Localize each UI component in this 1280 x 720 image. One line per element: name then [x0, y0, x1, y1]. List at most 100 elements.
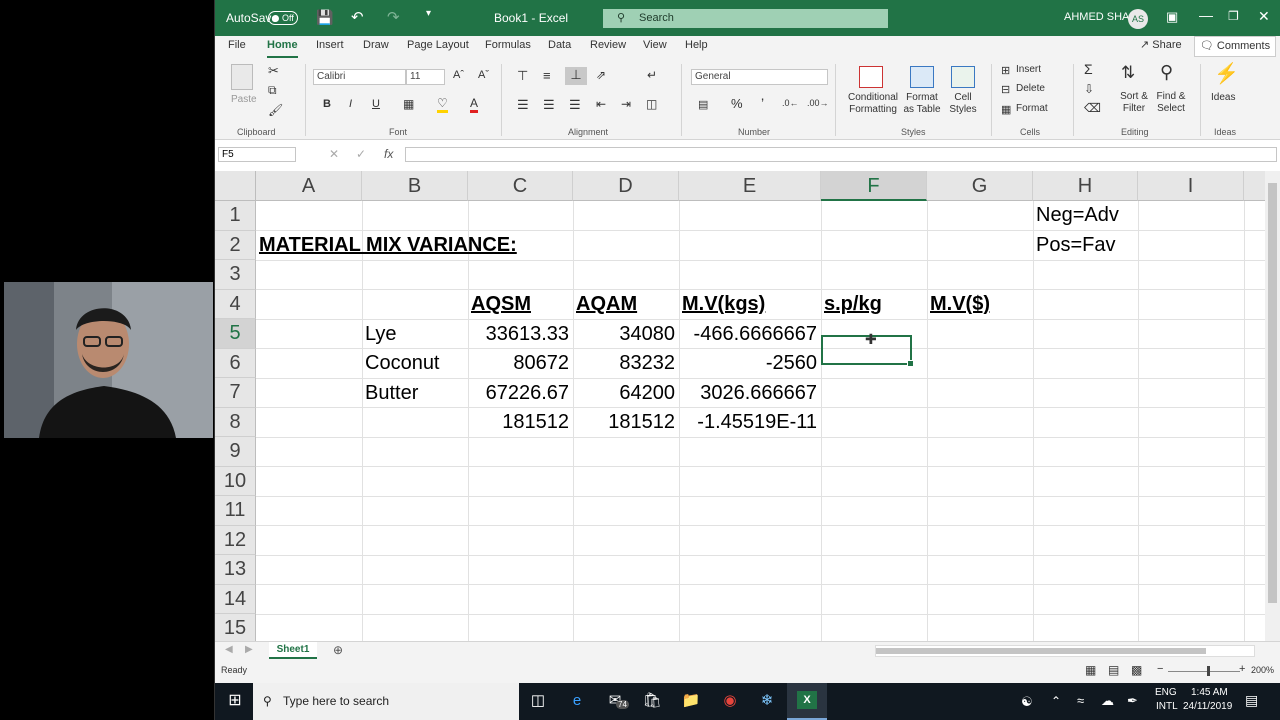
scrollbar-thumb[interactable]: [1268, 183, 1277, 603]
tab-draw[interactable]: Draw: [363, 39, 389, 51]
windows-start-icon[interactable]: ⊞: [224, 690, 246, 712]
search-input[interactable]: ⚲ Search: [603, 9, 888, 28]
row-header-14[interactable]: 14: [215, 584, 256, 614]
snipping-app-icon[interactable]: ❄: [756, 690, 778, 712]
row-header-13[interactable]: 13: [215, 555, 256, 585]
confirm-entry-icon[interactable]: ✓: [356, 147, 366, 161]
cell-c4[interactable]: AQSM: [471, 293, 531, 316]
borders-icon[interactable]: ▦: [403, 97, 414, 111]
column-header-i[interactable]: I: [1138, 171, 1244, 201]
sort-filter-button[interactable]: Sort & Filter: [1116, 91, 1152, 115]
avatar[interactable]: AS: [1128, 9, 1148, 29]
cell-f4[interactable]: s.p/kg: [824, 293, 882, 316]
cell-c6[interactable]: 80672: [468, 352, 569, 375]
copy-icon[interactable]: ⧉: [268, 83, 277, 98]
vertical-scrollbar[interactable]: [1265, 171, 1280, 641]
cell-b6[interactable]: Coconut: [365, 352, 440, 375]
formula-input[interactable]: [405, 147, 1277, 162]
column-header-g[interactable]: G: [927, 171, 1033, 201]
normal-view-icon[interactable]: ▦: [1085, 663, 1096, 677]
align-top-icon[interactable]: ⊤: [517, 68, 528, 84]
cell-e7[interactable]: 3026.666667: [679, 382, 817, 405]
row-header-5[interactable]: 5: [215, 319, 256, 349]
save-icon[interactable]: 💾: [316, 9, 333, 26]
row-header-8[interactable]: 8: [215, 407, 256, 437]
bold-icon[interactable]: B: [323, 98, 331, 110]
font-color-icon[interactable]: A: [470, 96, 479, 113]
fill-color-icon[interactable]: ♡: [437, 96, 448, 113]
zoom-slider[interactable]: [1168, 671, 1240, 672]
next-sheet-icon[interactable]: ▶: [245, 644, 253, 655]
tab-page-layout[interactable]: Page Layout: [407, 39, 469, 51]
scrollbar-thumb[interactable]: [876, 648, 1206, 654]
fill-icon[interactable]: ⇩: [1084, 82, 1094, 96]
font-name-select[interactable]: Calibri: [313, 69, 406, 85]
autosum-icon[interactable]: Σ: [1084, 61, 1093, 77]
tab-data[interactable]: Data: [548, 39, 571, 51]
column-header-d[interactable]: D: [573, 171, 679, 201]
delete-cells-button[interactable]: Delete: [1016, 83, 1045, 94]
row-header-3[interactable]: 3: [215, 260, 256, 290]
tab-insert[interactable]: Insert: [316, 39, 344, 51]
tab-formulas[interactable]: Formulas: [485, 39, 531, 51]
decrease-decimal-icon[interactable]: .00→: [807, 98, 829, 108]
column-header-b[interactable]: B: [362, 171, 468, 201]
decrease-font-icon[interactable]: Aˇ: [478, 69, 489, 81]
onedrive-icon[interactable]: ☁: [1101, 693, 1114, 709]
customize-toolbar-icon[interactable]: ▾: [426, 8, 431, 19]
zoom-in-icon[interactable]: +: [1239, 663, 1245, 675]
column-header-a[interactable]: A: [256, 171, 362, 201]
row-header-7[interactable]: 7: [215, 378, 256, 408]
clock-time[interactable]: 1:45 AM: [1191, 687, 1228, 698]
cell-e5[interactable]: -466.6666667: [679, 323, 817, 346]
tab-file[interactable]: File: [228, 39, 246, 51]
restore-icon[interactable]: ❐: [1228, 9, 1239, 23]
row-header-4[interactable]: 4: [215, 289, 256, 319]
format-painter-icon[interactable]: 🖌: [268, 103, 283, 117]
clear-icon[interactable]: ⌫: [1084, 101, 1101, 115]
cell-c7[interactable]: 67226.67: [468, 382, 569, 405]
orientation-icon[interactable]: ⇗: [596, 68, 606, 82]
cell-d5[interactable]: 34080: [573, 323, 675, 346]
chrome-icon[interactable]: ◉: [719, 690, 741, 712]
merge-center-icon[interactable]: ◫: [646, 97, 657, 111]
minimize-icon[interactable]: —: [1199, 7, 1213, 23]
task-view-icon[interactable]: ◫: [527, 690, 549, 712]
page-layout-view-icon[interactable]: ▤: [1108, 663, 1119, 677]
row-header-10[interactable]: 10: [215, 466, 256, 496]
paste-button[interactable]: Paste: [231, 94, 257, 105]
edge-icon[interactable]: e: [566, 690, 588, 712]
column-header-c[interactable]: C: [468, 171, 573, 201]
autosave-toggle[interactable]: Off: [268, 11, 298, 25]
worksheet-grid[interactable]: A B C D E F G H I 1 2 3 4 5 6 7 8 9 10 1…: [215, 171, 1265, 641]
accounting-format-icon[interactable]: ▤: [698, 98, 708, 111]
insert-cells-button[interactable]: Insert: [1016, 64, 1041, 75]
underline-icon[interactable]: U: [372, 98, 380, 110]
cell-e4[interactable]: M.V(kgs): [682, 293, 765, 316]
row-header-1[interactable]: 1: [215, 201, 256, 231]
row-header-12[interactable]: 12: [215, 525, 256, 555]
font-size-select[interactable]: 11: [406, 69, 445, 85]
align-center-icon[interactable]: ☰: [543, 97, 555, 113]
tab-home[interactable]: Home: [267, 39, 298, 58]
cell-d4[interactable]: AQAM: [576, 293, 637, 316]
pen-icon[interactable]: ✒: [1127, 693, 1138, 709]
row-header-9[interactable]: 9: [215, 437, 256, 467]
page-break-view-icon[interactable]: ▩: [1131, 663, 1142, 677]
tab-help[interactable]: Help: [685, 39, 708, 51]
store-icon[interactable]: 🛍: [641, 690, 663, 712]
align-middle-icon[interactable]: ≡: [543, 68, 551, 83]
horizontal-scrollbar[interactable]: [875, 645, 1255, 657]
column-header-j[interactable]: [1244, 171, 1265, 201]
cell-a2[interactable]: MATERIAL MIX VARIANCE:: [259, 234, 517, 257]
cell-d7[interactable]: 64200: [573, 382, 675, 405]
align-bottom-icon[interactable]: ⊥: [565, 67, 587, 85]
column-header-e[interactable]: E: [679, 171, 821, 201]
cell-g4[interactable]: M.V($): [930, 293, 990, 316]
close-icon[interactable]: ✕: [1258, 8, 1270, 25]
insert-function-button[interactable]: fx: [384, 147, 393, 161]
find-select-button[interactable]: Find & Select: [1152, 91, 1190, 115]
tab-review[interactable]: Review: [590, 39, 626, 51]
share-button[interactable]: ↗ Share: [1136, 38, 1186, 56]
cell-b5[interactable]: Lye: [365, 323, 397, 346]
